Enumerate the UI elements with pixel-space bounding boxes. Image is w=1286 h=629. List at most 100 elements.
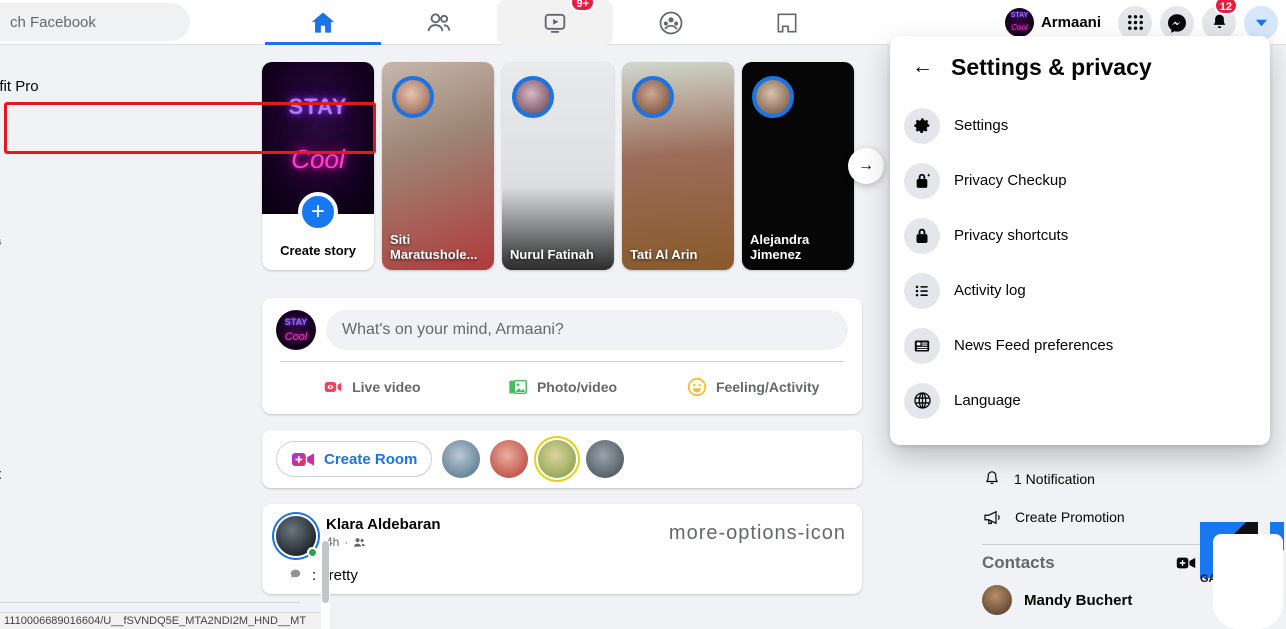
room-avatar[interactable] [442, 440, 481, 478]
nav-tabs: 9+ [265, 0, 845, 45]
story-author-name: Siti Maratushole... [390, 232, 478, 262]
home-icon [311, 12, 335, 33]
composer-input[interactable]: What's on your mind, Armaani? [326, 310, 848, 350]
dropdown-item-privacy-shortcuts[interactable]: Privacy shortcuts [890, 208, 1270, 263]
room-avatar[interactable] [586, 440, 625, 478]
live-video-button[interactable]: Live video [276, 367, 467, 406]
sidebar-item-partial-t[interactable]: t [0, 466, 1, 483]
search-input[interactable]: ch Facebook [0, 3, 190, 41]
feeling-activity-label: Feeling/Activity [715, 378, 820, 395]
dropdown-item-privacy-checkup[interactable]: Privacy Checkup [890, 153, 1270, 208]
live-video-icon [324, 381, 342, 392]
room-avatar[interactable] [490, 440, 529, 478]
nav-tab-home[interactable] [265, 0, 381, 45]
dropdown-header: ← Settings & privacy [890, 36, 1270, 98]
dropdown-item-label: News Feed preferences [954, 337, 1114, 354]
post-author-block: Klara Aldebaran 4h · [326, 516, 441, 549]
notifications-badge: 12 [1213, 0, 1238, 15]
story-author-avatar [752, 76, 794, 118]
dropdown-item-label: Settings [954, 117, 1009, 134]
nav-tab-friends[interactable] [381, 0, 497, 45]
composer-top-row: What's on your mind, Armaani? [276, 310, 848, 350]
nav-tab-active-underline [265, 42, 381, 45]
status-bar-url: 1110006689016604/U__fSVNDQ5E_MTA2NDI2M_H… [4, 615, 307, 627]
dropdown-item-label: Privacy shortcuts [954, 227, 1069, 244]
gear-icon [904, 107, 940, 144]
story-card[interactable]: Siti Maratushole... [382, 62, 494, 270]
profile-name: Armaani [1040, 14, 1101, 31]
photo-video-icon [509, 379, 527, 394]
avatar [1004, 8, 1034, 37]
menu-button[interactable] [1118, 5, 1152, 40]
nav-tab-gaming[interactable] [729, 0, 845, 45]
contact-avatar [982, 585, 1012, 615]
watermark-overlay-shape [1213, 534, 1283, 629]
post-author-avatar[interactable] [276, 516, 318, 558]
composer-placeholder: What's on your mind, Armaani? [342, 321, 564, 338]
create-story-plus-icon[interactable]: + [298, 192, 338, 232]
promotion-row-label: Create Promotion [1015, 509, 1125, 525]
vertical-scrollbar[interactable] [321, 541, 330, 629]
nav-tab-watch[interactable]: 9+ [497, 0, 613, 45]
list-icon [904, 272, 940, 309]
story-card[interactable]: Tati Al Arin [622, 62, 734, 270]
photo-video-button[interactable]: Photo/video [467, 367, 658, 406]
contact-name: Mandy Buchert [1024, 591, 1133, 609]
create-story-neon-line2: Cool [291, 144, 345, 174]
create-story-neon-line1: STAY [288, 94, 348, 119]
settings-privacy-dropdown: ← Settings & privacy Settings Privacy Ch… [890, 36, 1270, 445]
story-author-avatar [392, 76, 434, 118]
photo-video-label: Photo/video [536, 378, 618, 395]
story-card[interactable]: Nurul Fatinah [502, 62, 614, 270]
dropdown-item-activity-log[interactable]: Activity log [890, 263, 1270, 318]
sidebar-item-partial-s[interactable]: s [0, 236, 2, 248]
friends-audience-icon [354, 537, 366, 547]
stories-next-button[interactable]: → [848, 148, 884, 184]
emoji-icon [290, 569, 301, 579]
live-video-label: Live video [352, 378, 421, 395]
create-room-label: Create Room [324, 450, 418, 468]
sidebar-item-colourfit-pro[interactable]: olourfit Pro [0, 78, 39, 95]
messenger-icon [1168, 13, 1186, 33]
dropdown-item-language[interactable]: Language [890, 373, 1270, 428]
nav-tab-groups[interactable] [613, 0, 729, 45]
watch-icon [544, 13, 566, 33]
globe-icon [904, 382, 940, 419]
story-author-name: Alejandra Jimenez [750, 232, 810, 262]
right-sidebar-notification-row[interactable]: 1 Notification [966, 460, 1286, 498]
create-room-button[interactable]: Create Room [276, 441, 433, 477]
video-plus-icon[interactable] [1176, 555, 1196, 571]
post-author-name[interactable]: Klara Aldebaran [326, 516, 441, 533]
create-story-label: Create story [280, 243, 356, 258]
post-body-text: : pretty [312, 566, 358, 584]
search-input-text: ch Facebook [10, 13, 96, 31]
messenger-button[interactable] [1160, 5, 1194, 40]
dropdown-item-label: Language [954, 392, 1021, 409]
lock-check-icon [904, 162, 940, 199]
feeling-activity-button[interactable]: Feeling/Activity [657, 367, 848, 406]
bell-outline-icon [986, 471, 998, 484]
scroll-fragment [0, 602, 300, 612]
room-avatar[interactable] [538, 440, 577, 478]
online-status-dot [307, 547, 318, 558]
story-author-avatar [512, 76, 554, 118]
back-arrow-icon[interactable]: ← [912, 55, 933, 79]
chevron-down-icon [1255, 19, 1267, 27]
scrollbar-thumb[interactable] [322, 541, 329, 603]
contacts-title: Contacts [982, 553, 1055, 572]
feed-post: Klara Aldebaran 4h · more-options-icon:… [262, 504, 862, 594]
create-story-card[interactable]: STAY Cool + Create story [262, 62, 374, 270]
story-card[interactable]: Alejandra Jimenez [742, 62, 854, 270]
dropdown-title: Settings & privacy [951, 53, 1152, 80]
notifications-button[interactable]: 12 [1202, 0, 1238, 40]
video-plus-icon [291, 452, 315, 466]
friends-icon [427, 12, 451, 31]
dropdown-item-settings[interactable]: Settings [890, 98, 1270, 153]
post-more-options-button[interactable]: more-options-icon [669, 522, 846, 545]
post-body: : pretty [276, 566, 848, 584]
profile-button[interactable]: Armaani [1002, 5, 1110, 40]
watch-badge: 9+ [570, 0, 595, 12]
dropdown-item-news-feed-preferences[interactable]: News Feed preferences [890, 318, 1270, 373]
account-dropdown-button[interactable] [1244, 5, 1278, 40]
news-feed-icon [904, 327, 940, 364]
